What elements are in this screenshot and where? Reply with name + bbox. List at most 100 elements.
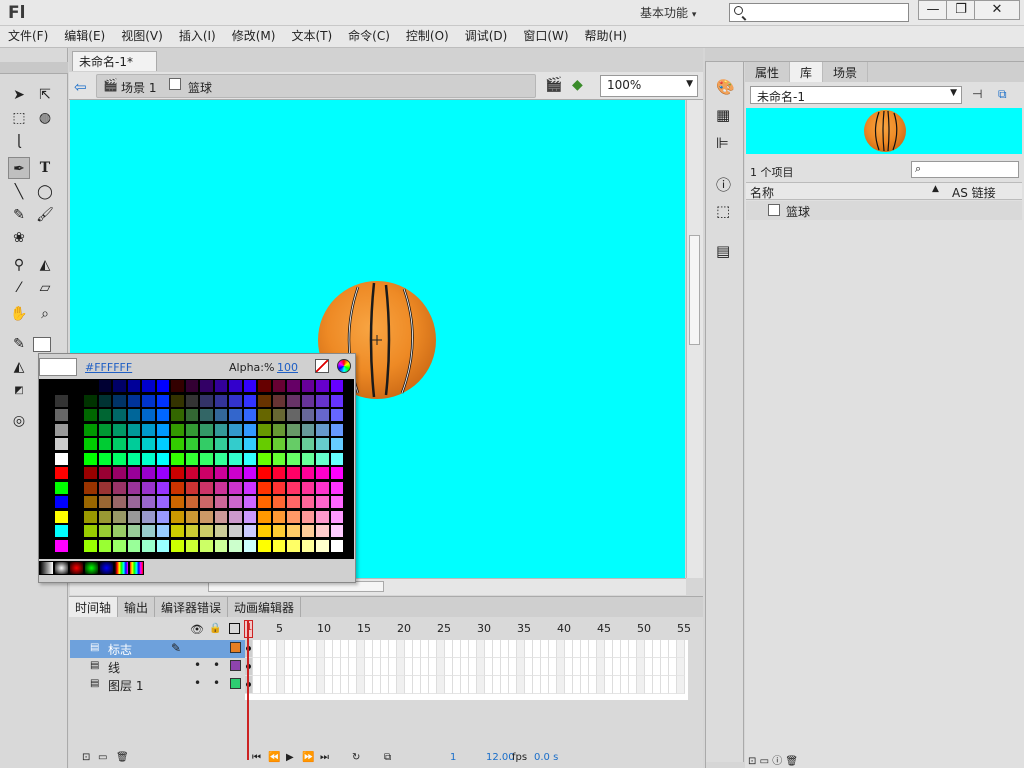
swatch-cell[interactable] — [54, 480, 69, 495]
swatch-cell[interactable] — [242, 538, 257, 553]
swatch-cell[interactable] — [300, 495, 315, 509]
minimize-button[interactable]: — — [918, 0, 948, 20]
swatch-cell[interactable] — [199, 509, 214, 524]
frame-cell[interactable] — [341, 658, 349, 676]
swatch-cell[interactable] — [112, 495, 127, 509]
swatch-cell[interactable] — [329, 509, 344, 524]
frame-cell[interactable] — [381, 658, 389, 676]
swatch-cell[interactable] — [141, 538, 156, 553]
oval-tool-icon[interactable]: ◯ — [34, 181, 56, 203]
swatch-cell[interactable] — [155, 422, 170, 437]
swatch-cell[interactable] — [228, 451, 243, 466]
swatch-cell[interactable] — [242, 466, 257, 480]
swatch-cell[interactable] — [329, 437, 344, 451]
help-search-input[interactable] — [729, 3, 909, 22]
frame-cell[interactable] — [517, 640, 525, 658]
edit-symbols-icon[interactable]: ◆ — [572, 77, 583, 93]
library-item[interactable]: 篮球 — [746, 201, 1022, 220]
swatch-cell[interactable] — [286, 538, 301, 553]
frame-cell[interactable] — [653, 658, 661, 676]
swatch-cell[interactable] — [257, 538, 272, 553]
swatch-cell[interactable] — [54, 495, 69, 509]
frame-cell[interactable] — [389, 676, 397, 694]
swatch-cell[interactable] — [83, 451, 98, 466]
frame-cell[interactable] — [533, 658, 541, 676]
frame-cell[interactable] — [573, 640, 581, 658]
restore-button[interactable]: ❐ — [946, 0, 976, 20]
visible-dot[interactable]: • — [194, 676, 201, 690]
frame-cell[interactable] — [661, 676, 669, 694]
step-back-icon[interactable]: ⏪ — [268, 752, 280, 763]
frame-cell[interactable] — [637, 640, 645, 658]
swatch-cell[interactable] — [213, 538, 228, 553]
breadcrumb-symbol[interactable]: 篮球 — [188, 79, 212, 96]
frame-cell[interactable] — [629, 658, 637, 676]
swatch-cell[interactable] — [242, 524, 257, 538]
swatch-cell[interactable] — [83, 393, 98, 408]
frame-cell[interactable] — [525, 676, 533, 694]
swatch-cell[interactable] — [228, 495, 243, 509]
swatch-cell[interactable] — [286, 466, 301, 480]
frame-cell[interactable] — [373, 676, 381, 694]
zoom-select[interactable]: 100% ▼ — [600, 75, 698, 97]
lock-dot[interactable]: • — [213, 676, 220, 690]
gradient-swatch[interactable] — [69, 561, 84, 575]
layer-color-swatch[interactable] — [230, 660, 241, 671]
frame-cell[interactable] — [477, 640, 485, 658]
onion-skin-icon[interactable]: ⧉ — [384, 752, 391, 763]
swatch-cell[interactable] — [286, 379, 301, 393]
swatch-cell[interactable] — [213, 422, 228, 437]
frame-cell[interactable] — [509, 676, 517, 694]
frame-cell[interactable] — [317, 658, 325, 676]
swatch-cell[interactable] — [170, 538, 185, 553]
swatch-cell[interactable] — [184, 393, 199, 408]
swatch-cell[interactable] — [83, 379, 98, 393]
swatch-cell[interactable] — [242, 422, 257, 437]
frame-cell[interactable] — [509, 658, 517, 676]
swatch-cell[interactable] — [54, 408, 69, 422]
gradient-swatch[interactable] — [54, 561, 69, 575]
frame-cell[interactable] — [381, 676, 389, 694]
swatch-cell[interactable] — [83, 422, 98, 437]
frame-cell[interactable] — [565, 658, 573, 676]
delete-layer-icon[interactable]: 🗑 — [116, 752, 129, 763]
swatch-cell[interactable] — [300, 524, 315, 538]
swatch-cell[interactable] — [315, 379, 330, 393]
frame-cell[interactable] — [349, 640, 357, 658]
swatch-cell[interactable] — [112, 393, 127, 408]
frame-cell[interactable] — [589, 658, 597, 676]
swatch-cell[interactable] — [228, 524, 243, 538]
frame-cell[interactable] — [677, 676, 685, 694]
frame-cell[interactable] — [605, 658, 613, 676]
menu-text[interactable]: 文本(T) — [283, 26, 340, 47]
frame-cell[interactable] — [325, 676, 333, 694]
swatch-cell[interactable] — [97, 495, 112, 509]
frame-cell[interactable] — [277, 640, 285, 658]
eyedropper-tool-icon[interactable]: ⁄ — [8, 277, 30, 299]
swatch-cell[interactable] — [126, 495, 141, 509]
swatch-cell[interactable] — [257, 437, 272, 451]
frame-cell[interactable] — [253, 658, 261, 676]
eye-icon[interactable]: 👁 — [190, 623, 204, 636]
swatch-cell[interactable] — [315, 408, 330, 422]
frame-cell[interactable] — [637, 658, 645, 676]
swatch-cell[interactable] — [271, 437, 286, 451]
column-name[interactable]: 名称 — [750, 184, 774, 201]
swatch-cell[interactable] — [329, 538, 344, 553]
swatch-cell[interactable] — [257, 524, 272, 538]
swatch-cell[interactable] — [97, 538, 112, 553]
swatch-cell[interactable] — [213, 408, 228, 422]
swatch-cell[interactable] — [199, 451, 214, 466]
swatch-cell[interactable] — [242, 480, 257, 495]
swatch-cell[interactable] — [97, 466, 112, 480]
swatch-cell[interactable] — [286, 422, 301, 437]
swatch-cell[interactable] — [141, 379, 156, 393]
swatch-cell[interactable] — [83, 495, 98, 509]
swatches-panel-icon[interactable]: ▦ — [716, 106, 730, 124]
close-button[interactable]: ✕ — [974, 0, 1020, 20]
frame-cell[interactable] — [469, 676, 477, 694]
swatch-cell[interactable] — [54, 451, 69, 466]
swatch-cell[interactable] — [300, 408, 315, 422]
swatch-cell[interactable] — [170, 408, 185, 422]
swatch-cell[interactable] — [54, 379, 69, 393]
